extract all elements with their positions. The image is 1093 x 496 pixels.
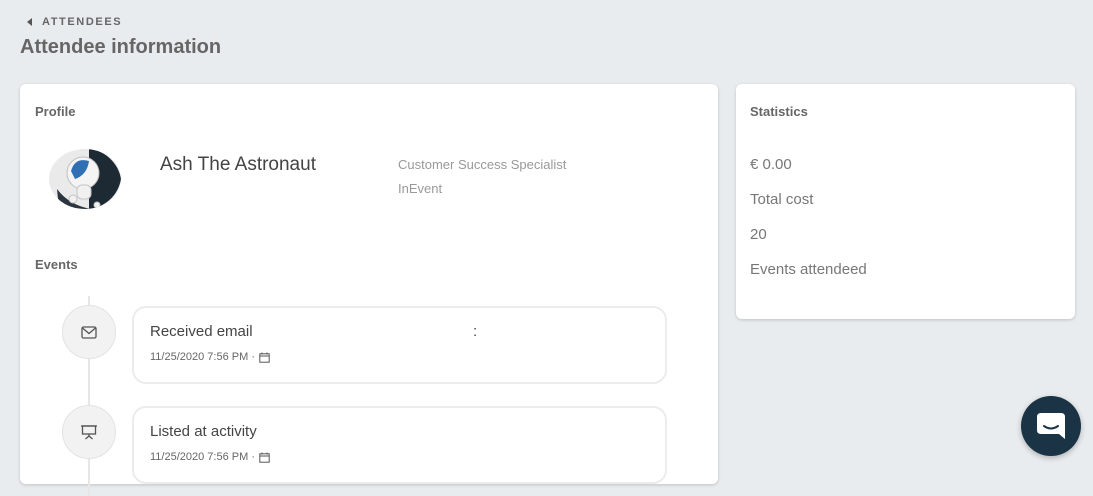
attendee-name: Ash The Astronaut <box>160 154 316 175</box>
statistics-card: Statistics € 0.00 Total cost 20 Events a… <box>736 84 1075 319</box>
event-item[interactable]: Listed at activity 11/25/2020 7:56 PM · <box>132 406 667 484</box>
chat-icon <box>1037 413 1065 439</box>
event-datetime: 11/25/2020 7:56 PM · <box>150 351 255 363</box>
chat-launcher-button[interactable] <box>1021 396 1081 456</box>
event-datetime: 11/25/2020 7:56 PM · <box>150 451 255 463</box>
breadcrumb-label: ATTENDEES <box>42 16 123 28</box>
event-title: Listed at activity <box>150 423 257 440</box>
event-meta: 11/25/2020 7:56 PM · <box>150 451 270 463</box>
avatar <box>49 149 121 209</box>
calendar-icon[interactable] <box>259 352 270 363</box>
presentation-icon <box>81 425 97 440</box>
attendee-role: Customer Success Specialist <box>398 157 567 172</box>
profile-section-label: Profile <box>35 104 76 119</box>
page-title: Attendee information <box>20 36 222 58</box>
events-section-label: Events <box>35 257 78 272</box>
total-cost-value: € 0.00 <box>750 156 792 173</box>
total-cost-label: Total cost <box>750 191 814 208</box>
calendar-icon[interactable] <box>259 452 270 463</box>
timeline-dot-email <box>62 305 116 359</box>
caret-left-icon <box>27 18 32 26</box>
astronaut-avatar-icon <box>49 149 121 209</box>
attendee-card: Profile Ash The Astronaut Customer Succe… <box>20 84 718 496</box>
events-attended-value: 20 <box>750 226 767 243</box>
envelope-icon <box>81 325 97 339</box>
breadcrumb-back-link[interactable]: ATTENDEES <box>27 16 122 28</box>
event-title: Received email <box>150 323 253 340</box>
timeline-dot-activity <box>62 405 116 459</box>
event-meta: 11/25/2020 7:56 PM · <box>150 351 270 363</box>
attendee-company: InEvent <box>398 181 443 196</box>
event-item[interactable]: Received email : 11/25/2020 7:56 PM · <box>132 306 667 384</box>
event-extra: : <box>473 323 478 340</box>
statistics-section-label: Statistics <box>750 104 808 119</box>
events-attended-label: Events attendeed <box>750 261 867 278</box>
